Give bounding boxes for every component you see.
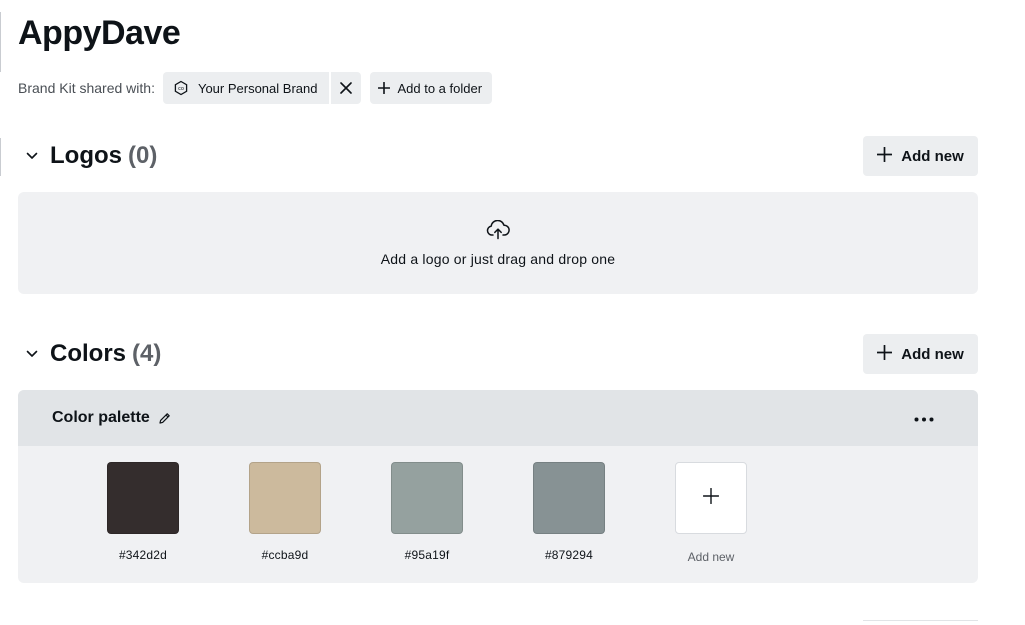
page-title: AppyDave (18, 14, 181, 52)
swatch-hex-label: #95a19f (404, 548, 450, 562)
add-to-folder-label: Add to a folder (397, 80, 483, 96)
add-color-palette-button[interactable]: Add new (863, 334, 978, 374)
plus-icon (876, 146, 901, 166)
add-color-label: Add new (901, 345, 964, 363)
plus-icon (378, 82, 391, 94)
close-icon (340, 82, 353, 94)
chevron-down-icon[interactable] (22, 146, 42, 166)
logo-drop-text: Add a logo or just drag and drop one (380, 250, 616, 267)
logos-count: (0) (128, 142, 158, 169)
logo-drop-zone[interactable]: Add a logo or just drag and drop one (18, 192, 978, 294)
swatch-item: #879294 (533, 462, 605, 564)
swatch-hex-label: #879294 (544, 548, 594, 562)
chevron-down-icon[interactable] (22, 344, 42, 364)
palette-more-button[interactable] (906, 406, 942, 430)
svg-text:co: co (178, 86, 184, 92)
add-color-label: Add new (687, 550, 735, 564)
pencil-icon[interactable] (158, 412, 171, 425)
brand-chip-body[interactable]: co Your Personal Brand (163, 72, 330, 104)
colors-section-header: Colors (4) Add new (22, 334, 978, 374)
color-swatch[interactable] (533, 462, 605, 534)
plus-icon (702, 487, 720, 509)
color-swatch[interactable] (391, 462, 463, 534)
swatch-list: #342d2d #ccba9d #95a19f #879294 Add new (107, 462, 817, 564)
shared-brand-chip: co Your Personal Brand (162, 72, 362, 104)
brand-badge-icon: co (173, 80, 189, 96)
add-logo-button[interactable]: Add new (863, 136, 978, 176)
add-color-button[interactable] (675, 462, 747, 534)
left-edge-divider (0, 138, 1, 176)
add-color-item: Add new (675, 462, 747, 564)
colors-title: Colors (50, 340, 127, 367)
colors-count: (4) (132, 340, 162, 367)
swatch-hex-label: #342d2d (118, 548, 168, 562)
logos-title: Logos (50, 142, 122, 169)
swatch-item: #95a19f (391, 462, 463, 564)
swatch-hex-label: #ccba9d (261, 548, 309, 562)
logos-section-header: Logos (0) Add new (22, 136, 978, 176)
add-logo-label: Add new (901, 147, 964, 165)
color-swatch[interactable] (249, 462, 321, 534)
swatch-item: #ccba9d (249, 462, 321, 564)
plus-icon (876, 344, 901, 364)
add-to-folder-button[interactable]: Add to a folder (370, 72, 493, 104)
color-swatch[interactable] (107, 462, 179, 534)
cloud-upload-icon (486, 219, 510, 245)
left-edge-divider (0, 12, 1, 72)
palette-header: Color palette (18, 390, 978, 446)
brand-chip-label: Your Personal Brand (197, 80, 318, 96)
next-section-peek (863, 620, 978, 625)
shared-with-row: Brand Kit shared with: co Your Personal … (18, 72, 493, 104)
color-palette-card: Color palette #342d2d #ccba9d #95a19f #8 (18, 390, 978, 583)
shared-with-label: Brand Kit shared with: (18, 80, 155, 96)
swatch-item: #342d2d (107, 462, 179, 564)
remove-brand-button[interactable] (329, 72, 361, 104)
palette-name[interactable]: Color palette (52, 409, 150, 427)
more-horizontal-icon (914, 409, 934, 427)
